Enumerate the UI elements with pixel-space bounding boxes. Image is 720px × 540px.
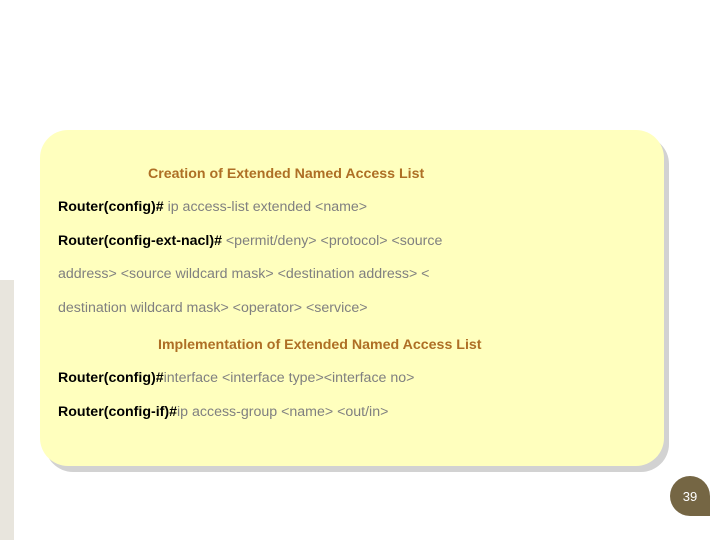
prompt-config: Router(config)# [58, 199, 164, 215]
page-number-badge: 39 [670, 476, 710, 516]
cmd-interface: interface <interface type><interface no> [164, 370, 415, 386]
creation-line-4: destination wildcard mask> <operator> <s… [58, 292, 646, 325]
content-panel: Creation of Extended Named Access List R… [40, 130, 664, 466]
implementation-line-2: Router(config-if)#ip access-group <name>… [58, 396, 646, 429]
prompt-config-2: Router(config)# [58, 370, 164, 386]
cmd-ip-access-list: ip access-list extended <name> [164, 199, 367, 215]
heading-implementation: Implementation of Extended Named Access … [58, 329, 646, 362]
cmd-permit-deny: <permit/deny> <protocol> <source [222, 233, 442, 249]
creation-line-2: Router(config-ext-nacl)# <permit/deny> <… [58, 225, 646, 258]
prompt-config-if: Router(config-if)# [58, 404, 177, 420]
cmd-access-group: ip access-group <name> <out/in> [177, 404, 388, 420]
prompt-ext-nacl: Router(config-ext-nacl)# [58, 233, 222, 249]
implementation-line-1: Router(config)#interface <interface type… [58, 362, 646, 395]
heading-creation: Creation of Extended Named Access List [58, 158, 646, 191]
creation-line-3: address> <source wildcard mask> <destina… [58, 258, 646, 291]
creation-line-1: Router(config)# ip access-list extended … [58, 191, 646, 224]
page-number: 39 [683, 489, 697, 504]
left-accent-bar [0, 280, 14, 540]
